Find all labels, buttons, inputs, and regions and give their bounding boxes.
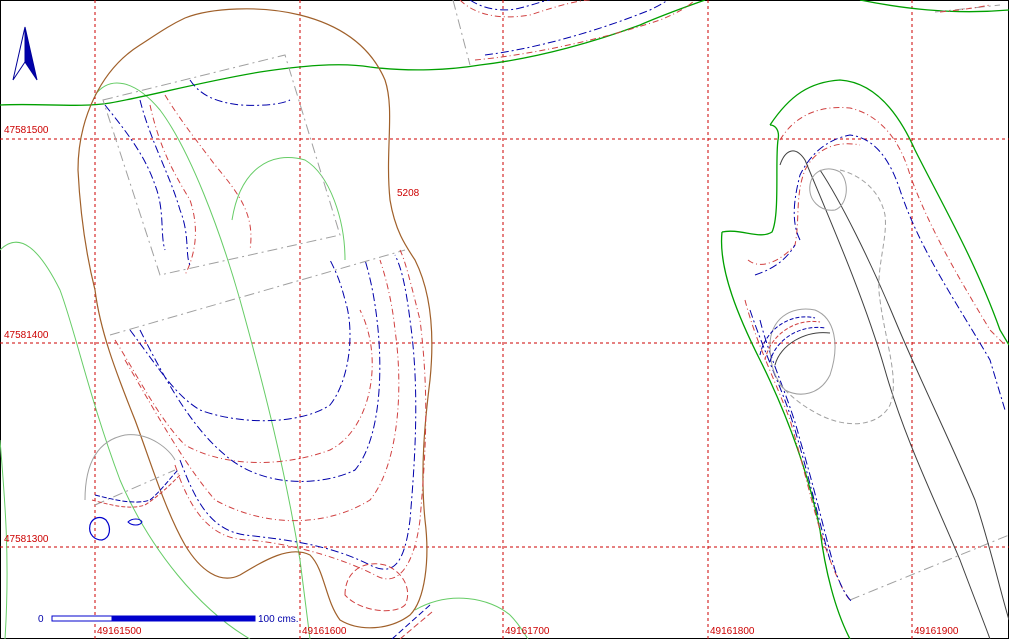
scale-bar-filled-segment — [111, 615, 256, 622]
easting-label-49161700: 49161700 — [505, 626, 550, 637]
map-frame — [0, 0, 1009, 639]
northing-label-47581500: 47581500 — [4, 125, 49, 136]
map-canvas[interactable]: 5208 47581500 47581400 47581300 49161500… — [0, 0, 1009, 639]
scale-bar-start-label: 0 — [38, 614, 44, 625]
easting-label-49161800: 49161800 — [710, 626, 755, 637]
northing-label-47581300: 47581300 — [4, 534, 49, 545]
easting-label-49161600: 49161600 — [302, 626, 347, 637]
contour-label: 5208 — [397, 188, 420, 199]
scale-bar-end-label: 100 cms. — [258, 614, 299, 625]
northing-label-47581400: 47581400 — [4, 330, 49, 341]
easting-label-49161500: 49161500 — [97, 626, 142, 637]
scale-bar-empty-segment — [51, 615, 113, 622]
easting-label-49161900: 49161900 — [914, 626, 959, 637]
